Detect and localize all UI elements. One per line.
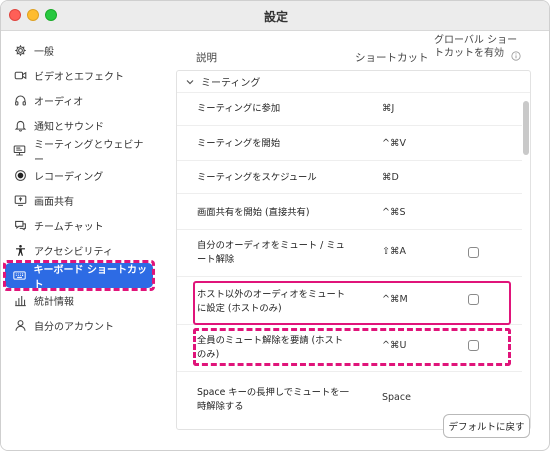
bell-icon <box>13 119 27 133</box>
shortcut-description: ホスト以外のオーディオをミュートに設定 (ホストのみ) <box>197 289 346 314</box>
shortcut-keys[interactable]: ^⌘U <box>382 340 422 351</box>
table-row[interactable]: ミーティングを開始 ^⌘V <box>177 126 522 161</box>
sidebar-nav: 一般 ビデオとエフェクト オーディオ 通知とサウンド ミーティングとウェビナー … <box>3 38 155 338</box>
shortcut-description: ミーティングをスケジュール <box>197 172 317 183</box>
global-shortcut-checkbox[interactable] <box>468 340 479 351</box>
title-bar: 設定 <box>1 1 549 31</box>
window-title: 設定 <box>263 10 288 24</box>
presentation-icon <box>13 144 27 158</box>
table-row[interactable]: ホスト以外のオーディオをミュートに設定 (ホストのみ) ^⌘M <box>177 277 522 325</box>
description-column-header: 説明 <box>196 52 217 64</box>
shortcuts-table: ミーティング ミーティングに参加 ⌘J ミーティングを開始 ^⌘V ミーティング… <box>176 70 531 430</box>
section-label: ミーティング <box>201 78 261 89</box>
sidebar-item-recording[interactable]: レコーディング <box>5 163 153 188</box>
stats-icon <box>13 294 27 308</box>
sidebar-item-audio[interactable]: オーディオ <box>5 88 153 113</box>
chevron-down-icon <box>186 79 194 84</box>
headphones-icon <box>13 94 27 108</box>
account-icon <box>13 319 27 333</box>
shortcut-description: ミーティングに参加 <box>197 103 281 114</box>
record-icon <box>13 169 27 183</box>
shortcut-description: 全員のミュート解除を要請 (ホストのみ) <box>197 335 344 360</box>
sidebar-item-label: レコーディング <box>34 172 104 183</box>
keyboard-icon <box>13 269 27 283</box>
settings-window: 設定 一般 ビデオとエフェクト オーディオ 通知とサウンド ミーティングとウェビ… <box>0 0 550 451</box>
sidebar-item-general[interactable]: 一般 <box>5 38 153 63</box>
table-row[interactable]: ミーティングをスケジュール ⌘D <box>177 161 522 194</box>
reset-to-default-button[interactable]: デフォルトに戻す <box>443 414 530 438</box>
table-row[interactable]: ミーティングに参加 ⌘J <box>177 93 522 126</box>
section-header-meetings[interactable]: ミーティング <box>177 71 530 93</box>
global-shortcut-checkbox[interactable] <box>468 247 479 258</box>
sidebar-item-screen-share[interactable]: 画面共有 <box>5 188 153 213</box>
table-row[interactable]: 画面共有を開始 (直接共有) ^⌘S <box>177 194 522 230</box>
shortcuts-panel: 説明 ショートカット グローバル ショートカットを有効 ミーティング ミーティン… <box>156 32 549 450</box>
sidebar-item-label: キーボード ショートカット <box>33 264 148 291</box>
sidebar-item-statistics[interactable]: 統計情報 <box>5 288 153 313</box>
sidebar-item-label: ミーティングとウェビナー <box>33 139 144 166</box>
shortcut-keys[interactable]: ⇧⌘A <box>382 246 422 257</box>
sidebar-item-label: アクセシビリティ <box>34 247 113 258</box>
table-header: 説明 ショートカット グローバル ショートカットを有効 <box>156 32 549 68</box>
table-row[interactable]: 自分のオーディオをミュート / ミュート解除 ⇧⌘A <box>177 230 522 277</box>
sidebar-item-team-chat[interactable]: チームチャット <box>5 213 153 238</box>
accessibility-icon <box>13 244 27 258</box>
scrollbar[interactable] <box>523 93 529 429</box>
shortcut-description: 自分のオーディオをミュート / ミュート解除 <box>197 240 345 265</box>
gear-icon <box>13 44 27 58</box>
sidebar-item-label: 自分のアカウント <box>34 322 114 333</box>
sidebar-item-label: 画面共有 <box>34 197 74 208</box>
shortcut-keys[interactable]: Space <box>382 392 422 403</box>
sidebar-item-meetings[interactable]: ミーティングとウェビナー <box>5 138 153 166</box>
shortcut-description: ミーティングを開始 <box>197 138 281 149</box>
shortcut-description: 画面共有を開始 (直接共有) <box>197 207 310 218</box>
shortcut-keys[interactable]: ^⌘V <box>382 138 422 149</box>
sidebar: 一般 ビデオとエフェクト オーディオ 通知とサウンド ミーティングとウェビナー … <box>1 32 156 450</box>
global-shortcut-checkbox[interactable] <box>468 294 479 305</box>
sidebar-item-notifications[interactable]: 通知とサウンド <box>5 113 153 138</box>
sidebar-item-label: 一般 <box>34 47 54 58</box>
shortcut-keys[interactable]: ^⌘S <box>382 207 422 218</box>
shortcut-keys[interactable]: ⌘D <box>382 172 422 183</box>
screen-share-icon <box>13 194 27 208</box>
shortcut-keys[interactable]: ^⌘M <box>382 294 422 305</box>
sidebar-item-label: チームチャット <box>34 222 104 233</box>
table-row[interactable]: 全員のミュート解除を要請 (ホストのみ) ^⌘U <box>177 325 522 372</box>
info-icon[interactable] <box>511 51 521 61</box>
sidebar-item-label: オーディオ <box>34 97 84 108</box>
chat-icon <box>13 219 27 233</box>
shortcut-column-header: ショートカット <box>355 52 429 64</box>
sidebar-item-accessibility[interactable]: アクセシビリティ <box>5 238 153 263</box>
sidebar-item-account[interactable]: 自分のアカウント <box>5 313 153 338</box>
video-icon <box>13 69 27 83</box>
shortcut-description: Space キーの長押しでミュートを一時解除する <box>197 387 349 412</box>
sidebar-item-label: ビデオとエフェクト <box>34 72 124 83</box>
sidebar-item-label: 通知とサウンド <box>34 122 104 133</box>
sidebar-item-label: 統計情報 <box>34 297 74 308</box>
sidebar-item-keyboard-shortcuts[interactable]: キーボード ショートカット <box>3 260 155 291</box>
sidebar-item-video[interactable]: ビデオとエフェクト <box>5 63 153 88</box>
scrollbar-thumb[interactable] <box>523 101 529 155</box>
shortcut-keys[interactable]: ⌘J <box>382 103 422 114</box>
